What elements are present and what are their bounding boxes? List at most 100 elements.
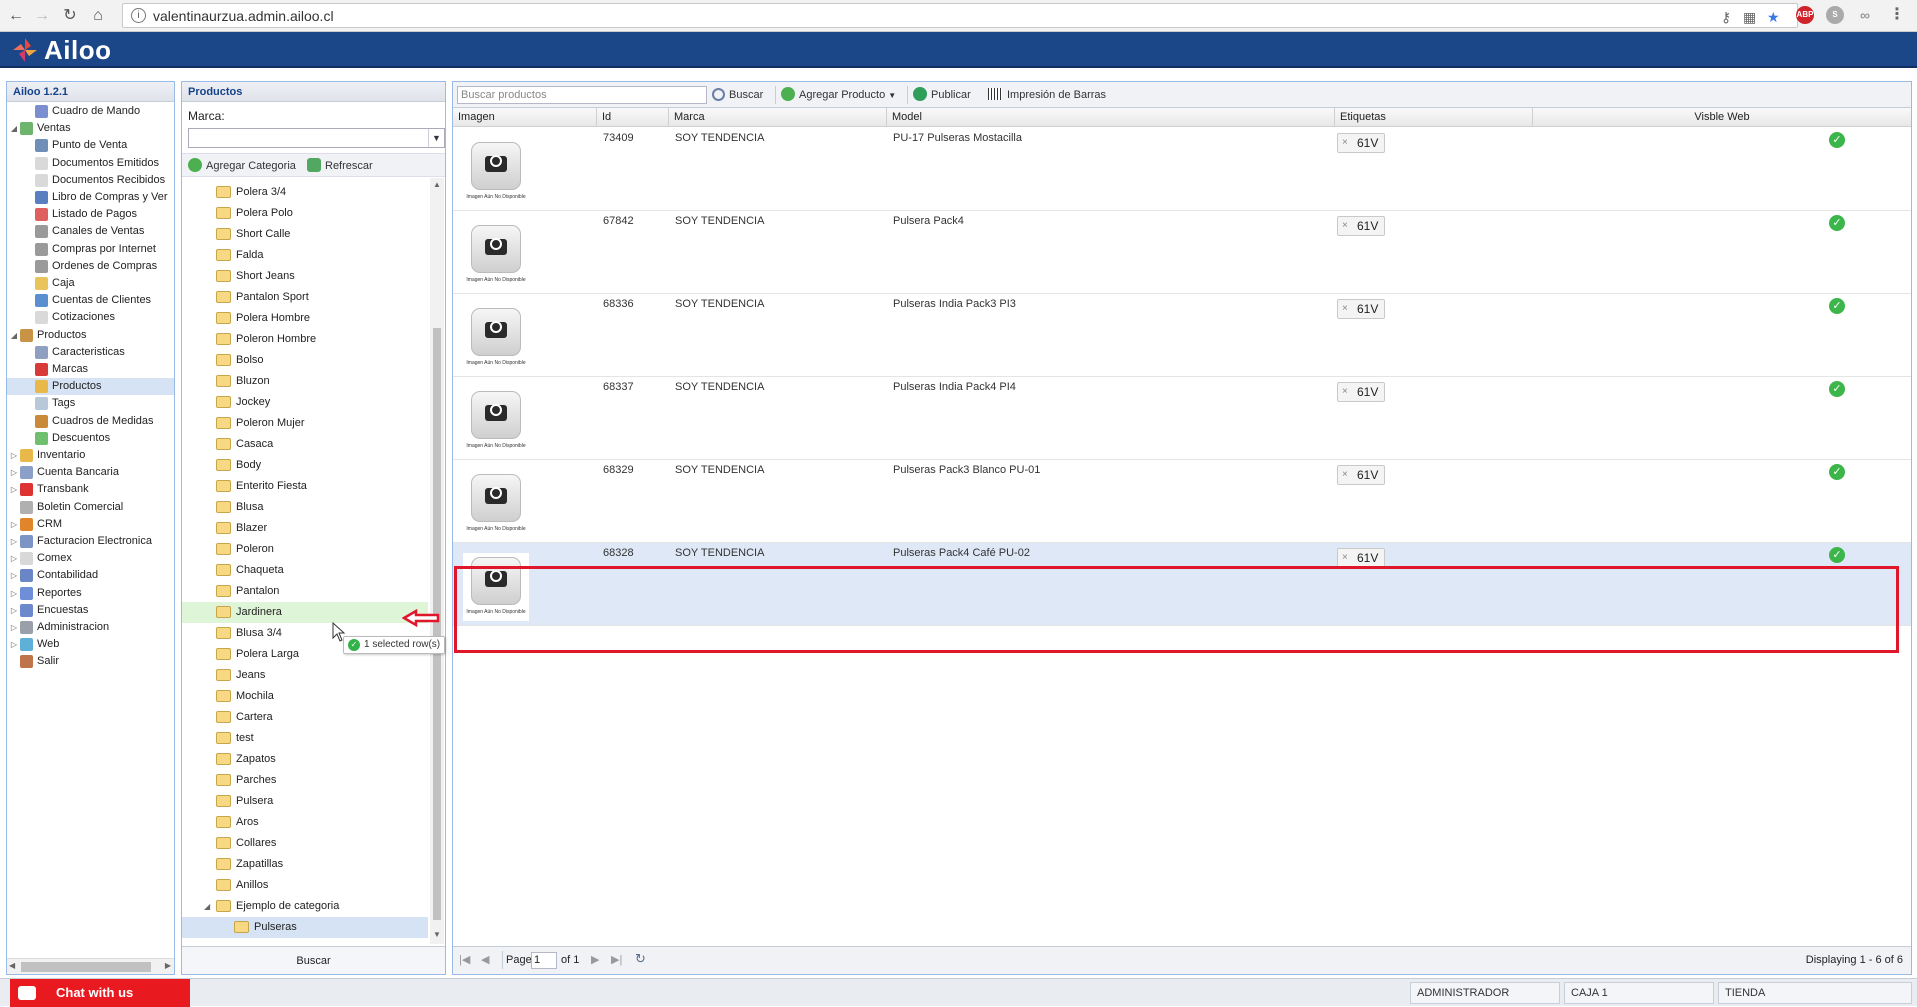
adblock-icon[interactable]: ABP <box>1796 6 1814 24</box>
category-item[interactable]: Chaqueta <box>182 560 428 581</box>
nav-item[interactable]: Punto de Venta <box>7 137 174 154</box>
nav-item[interactable]: ▷ CRM <box>7 516 174 533</box>
category-item[interactable]: Pantalon Sport <box>182 287 428 308</box>
nav-item[interactable]: Libro de Compras y Ver <box>7 189 174 206</box>
visible-web-check-icon[interactable]: ✓ <box>1829 132 1845 148</box>
nav-item[interactable]: ▷ Facturacion Electronica <box>7 533 174 550</box>
category-item[interactable]: Short Jeans <box>182 266 428 287</box>
table-row[interactable]: Imagen Aún No Disponible 68329 SOY TENDENC… <box>453 460 1911 543</box>
refresh-button[interactable]: Refrescar <box>307 158 373 174</box>
category-item[interactable]: Jeans <box>182 665 428 686</box>
nav-item[interactable]: Productos <box>7 378 174 396</box>
collapse-icon[interactable]: ◢ <box>9 327 19 344</box>
nav-item[interactable]: Marcas <box>7 361 174 378</box>
category-item[interactable]: Bolso <box>182 350 428 371</box>
add-category-button[interactable]: Agregar Categoria <box>188 158 296 174</box>
category-item[interactable]: Polera Polo <box>182 203 428 224</box>
nav-item[interactable]: ▷ Comex <box>7 550 174 567</box>
column-header[interactable]: Imagen <box>453 108 597 127</box>
category-item[interactable]: ◢ Ejemplo de categoria <box>182 896 428 917</box>
expand-icon[interactable]: ▷ <box>9 567 19 584</box>
remove-tag-icon[interactable]: × <box>1342 549 1348 567</box>
table-row[interactable]: Imagen Aún No Disponible 68337 SOY TENDENC… <box>453 377 1911 460</box>
nav-item[interactable]: Descuentos <box>7 430 174 447</box>
nav-item[interactable]: Canales de Ventas <box>7 223 174 240</box>
info-icon[interactable]: i <box>131 8 146 23</box>
category-item[interactable]: Mochila <box>182 686 428 707</box>
nav-item[interactable]: ▷ Administracion <box>7 619 174 636</box>
nav-item[interactable]: Compras por Internet <box>7 241 174 258</box>
table-row[interactable]: Imagen Aún No Disponible 73409 SOY TENDENC… <box>453 128 1911 211</box>
column-header[interactable]: Model <box>887 108 1335 127</box>
home-icon[interactable]: ⌂ <box>88 6 108 26</box>
nav-item[interactable]: Boletin Comercial <box>7 499 174 516</box>
table-row[interactable]: Imagen Aún No Disponible 68336 SOY TENDENC… <box>453 294 1911 377</box>
search-button[interactable]: Buscar <box>712 87 763 103</box>
back-icon[interactable]: ← <box>6 6 26 26</box>
category-item[interactable]: Jockey <box>182 392 428 413</box>
visible-web-check-icon[interactable]: ✓ <box>1829 298 1845 314</box>
category-item[interactable]: Zapatos <box>182 749 428 770</box>
expand-icon[interactable]: ▷ <box>9 464 19 481</box>
remove-tag-icon[interactable]: × <box>1342 383 1348 401</box>
nav-item[interactable]: Documentos Recibidos <box>7 172 174 189</box>
collapse-icon[interactable]: ◢ <box>9 120 19 137</box>
nav-item[interactable]: Cuadro de Mando <box>7 103 174 120</box>
expand-icon[interactable]: ▷ <box>9 602 19 619</box>
category-item[interactable]: Body <box>182 455 428 476</box>
category-item[interactable]: Bluzon <box>182 371 428 392</box>
column-header[interactable]: Marca <box>669 108 887 127</box>
category-item[interactable]: Cartera <box>182 707 428 728</box>
add-product-button[interactable]: Agregar Producto ▼ <box>781 87 896 103</box>
scroll-left-icon[interactable]: ◀ <box>9 961 15 970</box>
bookmark-star-icon[interactable]: ★ <box>1767 9 1780 25</box>
nav-item[interactable]: ▷ Transbank <box>7 481 174 498</box>
category-item[interactable]: Blusa <box>182 497 428 518</box>
chevron-down-icon[interactable]: ▼ <box>428 129 444 147</box>
category-item[interactable]: Enterito Fiesta <box>182 476 428 497</box>
remove-tag-icon[interactable]: × <box>1342 134 1348 152</box>
nav-item[interactable]: Documentos Emitidos <box>7 155 174 172</box>
nav-item[interactable]: ▷ Web <box>7 636 174 653</box>
skype-icon[interactable]: S <box>1826 6 1844 24</box>
nav-item[interactable]: Tags <box>7 395 174 412</box>
expand-icon[interactable]: ▷ <box>9 585 19 602</box>
nav-item[interactable]: ▷ Reportes <box>7 585 174 602</box>
remove-tag-icon[interactable]: × <box>1342 217 1348 235</box>
scroll-up-icon[interactable]: ▲ <box>430 180 444 192</box>
category-item[interactable]: Blazer <box>182 518 428 539</box>
category-item[interactable]: test <box>182 728 428 749</box>
category-item[interactable]: Poleron Hombre <box>182 329 428 350</box>
expand-icon[interactable]: ▷ <box>9 447 19 464</box>
nav-item[interactable]: ▷ Contabilidad <box>7 567 174 584</box>
nav-item[interactable]: Listado de Pagos <box>7 206 174 223</box>
translate-icon[interactable]: ▦ <box>1743 9 1756 25</box>
nav-item[interactable]: Cuadros de Medidas <box>7 413 174 430</box>
category-item[interactable]: Pulsera <box>182 791 428 812</box>
collapse-icon[interactable]: ◢ <box>204 896 210 917</box>
remove-tag-icon[interactable]: × <box>1342 466 1348 484</box>
scroll-thumb[interactable] <box>21 962 151 972</box>
nav-item[interactable]: Ordenes de Compras <box>7 258 174 275</box>
key-icon[interactable]: ⚷ <box>1721 9 1731 25</box>
category-item[interactable]: Polera Hombre <box>182 308 428 329</box>
search-products-input[interactable]: Buscar productos <box>457 86 707 104</box>
expand-icon[interactable]: ▷ <box>9 619 19 636</box>
forward-icon[interactable]: → <box>32 6 52 26</box>
category-item[interactable]: Jardinera <box>182 602 428 623</box>
category-item[interactable]: Casaca <box>182 434 428 455</box>
publish-button[interactable]: Publicar <box>913 87 971 103</box>
visible-web-check-icon[interactable]: ✓ <box>1829 464 1845 480</box>
table-row[interactable]: Imagen Aún No Disponible 67842 SOY TENDENC… <box>453 211 1911 294</box>
category-item[interactable]: Short Calle <box>182 224 428 245</box>
expand-icon[interactable]: ▷ <box>9 481 19 498</box>
column-header[interactable]: Id <box>597 108 669 127</box>
nav-item[interactable]: Salir <box>7 653 174 670</box>
scroll-down-icon[interactable]: ▼ <box>430 930 444 942</box>
remove-tag-icon[interactable]: × <box>1342 300 1348 318</box>
nav-item[interactable]: Caja <box>7 275 174 292</box>
nav-item[interactable]: ▷ Inventario <box>7 447 174 464</box>
expand-icon[interactable]: ▷ <box>9 516 19 533</box>
barcode-print-button[interactable]: Impresión de Barras <box>988 87 1106 103</box>
nav-item[interactable]: Cotizaciones <box>7 309 174 326</box>
